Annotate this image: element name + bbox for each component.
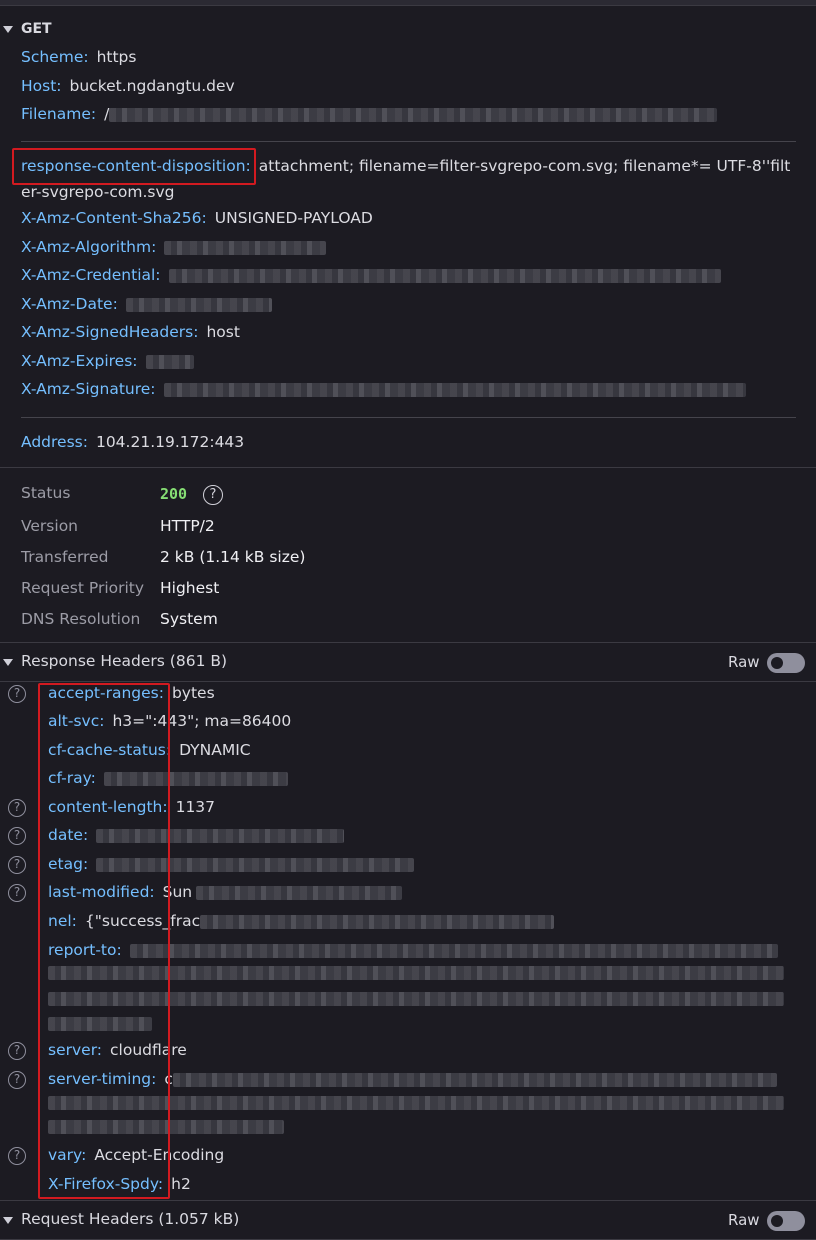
- param-row-date: X-Amz-Date:: [21, 295, 272, 313]
- method-label[interactable]: GET: [21, 21, 52, 37]
- address-row: Address: 104.21.19.172:443: [21, 433, 244, 451]
- param-row-expires: X-Amz-Expires:: [21, 352, 194, 370]
- toggle-knob-icon: [771, 1215, 783, 1227]
- transferred-value: 2 kB (1.14 kB size): [160, 548, 306, 566]
- param-row-signedheaders: X-Amz-SignedHeaders: host: [21, 323, 240, 341]
- raw-toggle[interactable]: [767, 653, 805, 673]
- dns-label: DNS Resolution: [21, 610, 141, 628]
- help-icon[interactable]: ?: [8, 1071, 26, 1089]
- param-key: X-Amz-Expires:: [21, 352, 138, 370]
- redacted-value: [163, 382, 746, 397]
- help-icon[interactable]: ?: [8, 1147, 26, 1165]
- scheme-key: Scheme:: [21, 48, 89, 66]
- param-key: X-Amz-Algorithm:: [21, 238, 157, 256]
- redacted-value: [172, 1072, 777, 1087]
- raw-label: Raw: [728, 653, 760, 671]
- header-value: h2: [171, 1175, 191, 1193]
- priority-value: Highest: [160, 579, 220, 597]
- section-divider: [0, 467, 816, 468]
- collapse-triangle-icon[interactable]: [3, 26, 13, 33]
- top-divider: [0, 0, 816, 6]
- help-icon[interactable]: ?: [203, 485, 223, 505]
- transferred-label: Transferred: [21, 548, 109, 566]
- request-headers-bar[interactable]: Request Headers (1.057 kB) Raw: [0, 1200, 816, 1240]
- divider: [21, 417, 796, 418]
- collapse-triangle-icon[interactable]: [3, 659, 13, 666]
- param-row-algorithm: X-Amz-Algorithm:: [21, 238, 327, 256]
- status-label: Status: [21, 484, 71, 502]
- dns-value: System: [160, 610, 218, 628]
- version-value: HTTP/2: [160, 517, 215, 535]
- scheme-row: Scheme: https: [21, 48, 136, 66]
- help-icon[interactable]: ?: [8, 685, 26, 703]
- raw-toggle[interactable]: [767, 1211, 805, 1231]
- param-key: X-Amz-Credential:: [21, 266, 161, 284]
- redacted-value: [145, 354, 194, 369]
- help-icon[interactable]: ?: [8, 856, 26, 874]
- version-label: Version: [21, 517, 78, 535]
- redacted-value: [200, 914, 555, 929]
- param-row-credential: X-Amz-Credential:: [21, 266, 721, 284]
- help-icon[interactable]: ?: [8, 884, 26, 902]
- redacted-value: [196, 885, 403, 900]
- param-value: host: [206, 323, 240, 341]
- raw-label: Raw: [728, 1211, 760, 1229]
- toggle-knob-icon: [771, 657, 783, 669]
- divider: [21, 141, 796, 142]
- scheme-value: https: [96, 48, 137, 66]
- redacted-value: [109, 107, 718, 122]
- highlight-box: [38, 683, 170, 1199]
- redacted-value: [129, 943, 778, 958]
- param-key: X-Amz-Signature:: [21, 380, 156, 398]
- redacted-value: [164, 240, 327, 255]
- collapse-triangle-icon[interactable]: [3, 1217, 13, 1224]
- param-row-disposition: response-content-disposition: attachment;…: [21, 157, 790, 175]
- priority-label: Request Priority: [21, 579, 145, 597]
- param-value: UNSIGNED-PAYLOAD: [214, 209, 373, 227]
- header-value: 1137: [175, 798, 216, 816]
- param-value-continued: er-svgrepo-com.svg: [21, 183, 175, 201]
- address-value: 104.21.19.172:443: [95, 433, 245, 451]
- param-value: attachment; filename=filter-svgrepo-com.…: [258, 157, 791, 175]
- param-key: X-Amz-Content-Sha256:: [21, 209, 207, 227]
- filename-key: Filename:: [21, 105, 97, 123]
- host-key: Host:: [21, 77, 62, 95]
- param-key: response-content-disposition:: [21, 157, 251, 175]
- filename-row: Filename: /: [21, 105, 718, 123]
- redacted-value: [125, 297, 272, 312]
- help-icon[interactable]: ?: [8, 1042, 26, 1060]
- request-headers-title[interactable]: Request Headers (1.057 kB): [21, 1210, 239, 1228]
- host-row: Host: bucket.ngdangtu.dev: [21, 77, 235, 95]
- response-headers-title[interactable]: Response Headers (861 B): [21, 652, 227, 670]
- help-icon[interactable]: ?: [8, 827, 26, 845]
- address-key: Address:: [21, 433, 88, 451]
- param-row-signature: X-Amz-Signature:: [21, 380, 746, 398]
- response-headers-bar[interactable]: Response Headers (861 B) Raw: [0, 642, 816, 682]
- header-value: DYNAMIC: [179, 741, 251, 759]
- status-code: 200: [160, 485, 188, 503]
- header-value: bytes: [171, 684, 215, 702]
- help-icon[interactable]: ?: [8, 799, 26, 817]
- host-value: bucket.ngdangtu.dev: [69, 77, 235, 95]
- param-key: X-Amz-Date:: [21, 295, 118, 313]
- redacted-value: [168, 268, 721, 283]
- param-row-disposition-wrap: er-svgrepo-com.svg: [21, 183, 175, 201]
- param-key: X-Amz-SignedHeaders:: [21, 323, 199, 341]
- param-row-sha: X-Amz-Content-Sha256: UNSIGNED-PAYLOAD: [21, 209, 373, 227]
